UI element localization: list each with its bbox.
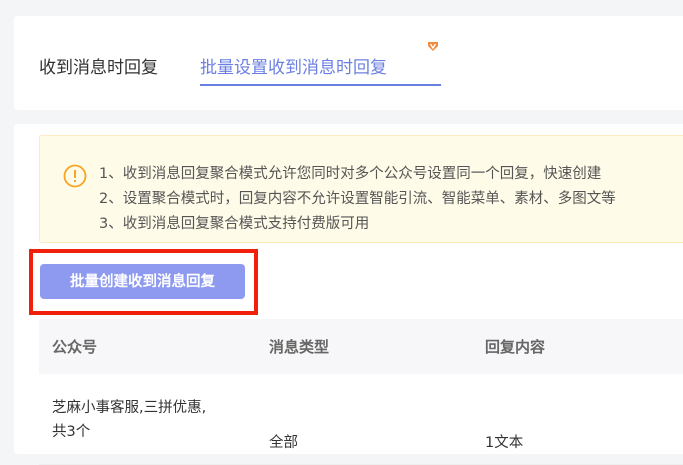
tab-batch-receive-reply[interactable]: 批量设置收到消息时回复 (200, 58, 387, 78)
warning-circle-icon (63, 164, 87, 188)
account-cell: 芝麻小事客服,三拼优惠, 共3个 (52, 396, 252, 444)
notice-line-1: 1、收到消息回复聚合模式允许您同时对多个公众号设置同一个回复，快速创建 (99, 166, 602, 182)
tab-receive-reply[interactable]: 收到消息时回复 (39, 58, 158, 78)
table-header: 公众号 消息类型 回复内容 (39, 319, 683, 374)
highlight-annotation (29, 249, 258, 315)
notice-box: 1、收到消息回复聚合模式允许您同时对多个公众号设置同一个回复，快速创建 2、设置… (39, 135, 683, 243)
column-header-content: 回复内容 (485, 338, 546, 356)
main-panel: 1、收到消息回复聚合模式允许您同时对多个公众号设置同一个回复，快速创建 2、设置… (14, 124, 683, 465)
reply-content-cell: 1文本 (485, 435, 524, 451)
vip-diamond-icon (428, 42, 438, 51)
notice-line-3: 3、收到消息回复聚合模式支持付费版可用 (99, 216, 370, 232)
active-tab-indicator (200, 84, 441, 86)
tab-bar: 收到消息时回复 批量设置收到消息时回复 (14, 16, 683, 110)
column-header-account: 公众号 (52, 338, 98, 356)
notice-line-2: 2、设置聚合模式时，回复内容不允许设置智能引流、智能菜单、素材、多图文等 (99, 191, 616, 207)
account-names: 芝麻小事客服,三拼优惠, (52, 400, 207, 416)
column-header-type: 消息类型 (269, 338, 330, 356)
account-count: 共3个 (52, 424, 91, 440)
table-row: 芝麻小事客服,三拼优惠, 共3个 全部 1文本 (39, 374, 683, 465)
message-type-cell: 全部 (269, 435, 298, 451)
